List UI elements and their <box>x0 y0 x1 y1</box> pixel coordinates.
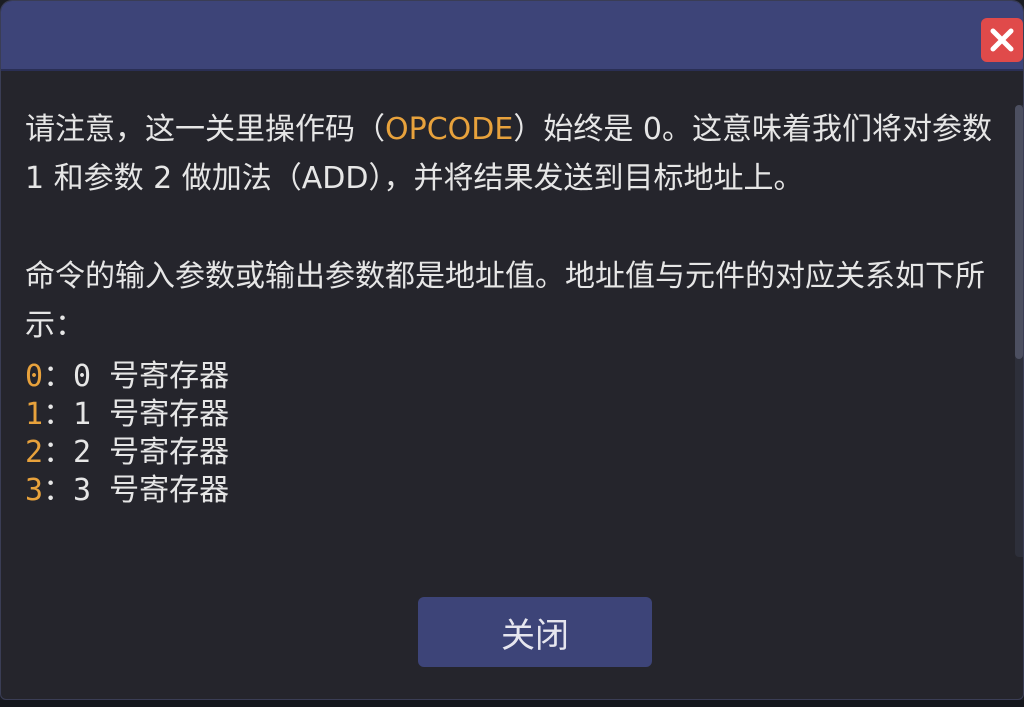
register-index: 0 <box>25 359 44 394</box>
list-item: 1：1 号寄存器 <box>25 396 1003 434</box>
dialog-content: 请注意，这一关里操作码（OPCODE）始终是 0。这意味着我们将对参数 1 和参… <box>25 105 1003 559</box>
bottom-border <box>0 700 1024 707</box>
register-list: 0：0 号寄存器 1：1 号寄存器 2：2 号寄存器 3：3 号寄存器 <box>25 358 1003 510</box>
intro-text-start: 请注意，这一关里操作码（ <box>25 112 385 147</box>
scrollbar-thumb[interactable] <box>1015 105 1023 359</box>
register-label: ：1 号寄存器 <box>43 397 230 432</box>
close-button[interactable] <box>981 18 1023 62</box>
register-index: 1 <box>25 397 44 432</box>
dialog: 请注意，这一关里操作码（OPCODE）始终是 0。这意味着我们将对参数 1 和参… <box>0 0 1024 700</box>
dialog-titlebar[interactable] <box>1 1 1023 71</box>
register-index: 2 <box>25 435 44 470</box>
intro-paragraph: 请注意，这一关里操作码（OPCODE）始终是 0。这意味着我们将对参数 1 和参… <box>25 105 1003 203</box>
register-label: ：3 号寄存器 <box>43 473 230 508</box>
address-paragraph: 命令的输入参数或输出参数都是地址值。地址值与元件的对应关系如下所示： <box>25 259 985 343</box>
register-index: 3 <box>25 473 44 508</box>
close-icon <box>989 27 1015 53</box>
register-label: ：2 号寄存器 <box>43 435 230 470</box>
list-item: 3：3 号寄存器 <box>25 472 1003 510</box>
register-label: ：0 号寄存器 <box>43 359 230 394</box>
list-item: 0：0 号寄存器 <box>25 358 1003 396</box>
opcode-highlight: OPCODE <box>385 112 514 147</box>
scrollbar[interactable] <box>1015 105 1023 557</box>
list-item: 2：2 号寄存器 <box>25 434 1003 472</box>
close-dialog-button[interactable]: 关闭 <box>418 597 652 667</box>
